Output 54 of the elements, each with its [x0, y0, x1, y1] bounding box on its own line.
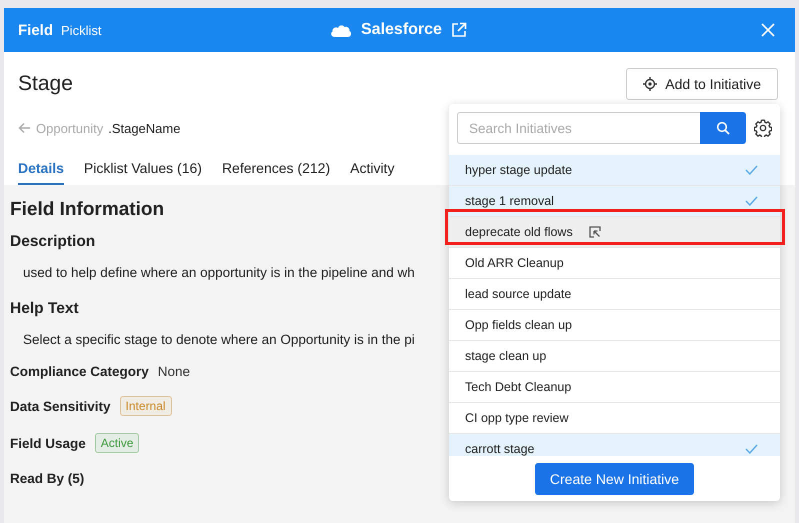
initiative-name: carrott stage	[465, 442, 534, 456]
initiative-name: stage clean up	[465, 349, 546, 363]
initiative-name: deprecate old flows	[465, 225, 573, 239]
initiative-name: Old ARR Cleanup	[465, 256, 564, 270]
initiative-item[interactable]: stage clean up	[449, 341, 780, 372]
check-icon	[745, 165, 758, 175]
app-name: Salesforce	[361, 21, 442, 39]
search-icon	[716, 121, 730, 135]
initiative-name: CI opp type review	[465, 411, 569, 425]
help-text: Select a specific stage to denote where an Opportunity is in the pi	[23, 332, 415, 347]
initiative-item[interactable]: Opp fields clean up	[449, 310, 780, 341]
initiative-item[interactable]: Old ARR Cleanup	[449, 248, 780, 279]
settings-icon[interactable]	[754, 119, 772, 137]
tab[interactable]: References (212)	[222, 154, 330, 185]
check-icon	[745, 444, 758, 454]
initiative-name: Opp fields clean up	[465, 318, 572, 332]
add-to-initiative-button[interactable]: Add to Initiative	[626, 68, 778, 100]
initiative-name: Tech Debt Cleanup	[465, 380, 572, 394]
back-arrow-icon[interactable]	[18, 122, 31, 134]
api-name: .StageName	[108, 120, 180, 136]
header-subtitle: Picklist	[61, 22, 102, 38]
create-initiative-button[interactable]: Create New Initiative	[534, 462, 694, 494]
search-field[interactable]: Search Initiatives	[457, 112, 700, 144]
initiative-item[interactable]: carrott stage	[449, 434, 780, 456]
close-icon[interactable]	[761, 23, 775, 37]
tab[interactable]: Activity	[350, 154, 394, 185]
property-label: Compliance Category	[10, 364, 149, 379]
tab[interactable]: Picklist Values (16)	[84, 154, 202, 185]
search-button[interactable]	[700, 112, 746, 144]
initiative-item[interactable]: lead source update	[449, 279, 780, 310]
header-title: Field	[18, 22, 54, 38]
description-text: used to help define where an opportunity is in the pipeline and wh	[23, 265, 415, 280]
open-icon[interactable]	[588, 226, 601, 238]
property-label: Data Sensitivity	[10, 398, 111, 414]
initiative-item[interactable]: deprecate old flows	[449, 217, 780, 248]
initiative-name: stage 1 removal	[465, 194, 554, 208]
section-heading: Field Information	[10, 199, 164, 221]
initiative-item[interactable]: Tech Debt Cleanup	[449, 372, 780, 403]
cloud-icon	[330, 22, 352, 38]
initiative-item[interactable]: stage 1 removal	[449, 186, 780, 217]
property-label: Field Usage	[10, 436, 86, 450]
initiative-name: hyper stage update	[465, 163, 572, 177]
check-icon	[745, 196, 758, 206]
status-tag: Active	[94, 433, 140, 453]
read-by-label: Read By (5)	[10, 471, 84, 486]
status-tag: Internal	[120, 396, 172, 416]
help-text-label: Help Text	[10, 300, 79, 318]
target-icon	[643, 77, 658, 91]
property-value: None	[158, 364, 190, 379]
description-label: Description	[10, 233, 96, 251]
initiative-name: lead source update	[465, 287, 572, 301]
initiative-item[interactable]: hyper stage update	[449, 155, 780, 186]
external-link-icon[interactable]	[450, 22, 467, 38]
field-name: Stage	[18, 72, 73, 96]
